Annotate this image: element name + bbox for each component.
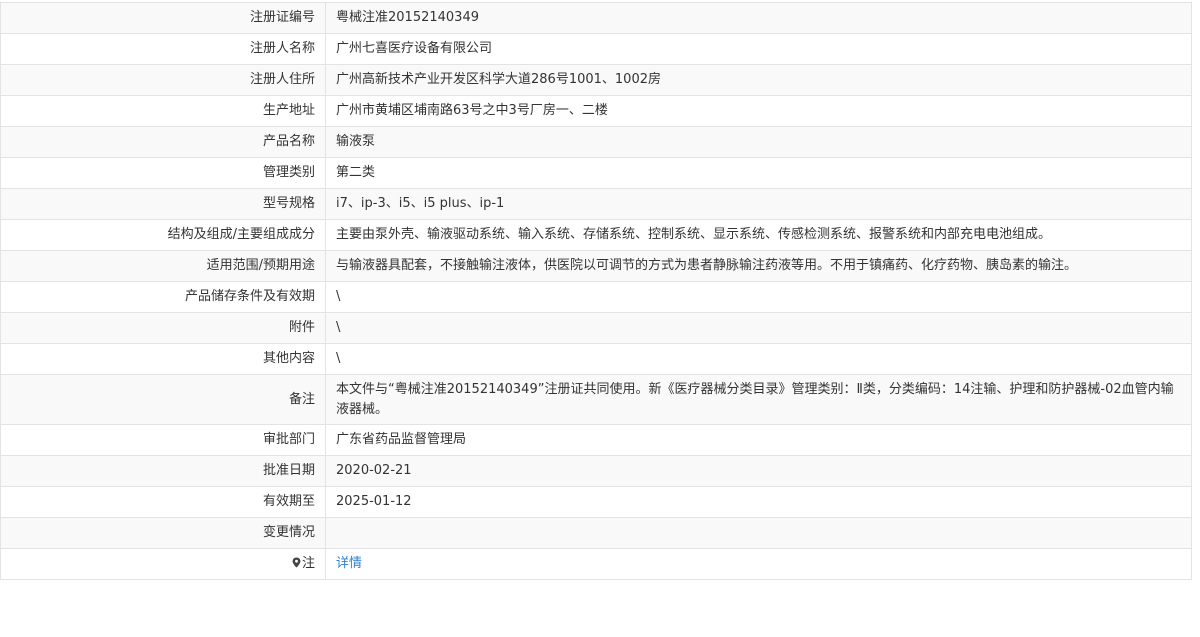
row-registration-number: 注册证编号 粤械注准20152140349 [0,2,1192,34]
row-value: 第二类 [325,157,1192,189]
row-label: 生产地址 [0,95,326,127]
row-storage-validity: 产品储存条件及有效期 \ [0,281,1192,313]
row-label: 结构及组成/主要组成成分 [0,219,326,251]
row-value: \ [325,343,1192,375]
row-value [325,517,1192,549]
row-label: 其他内容 [0,343,326,375]
row-valid-until: 有效期至 2025-01-12 [0,486,1192,518]
row-change-status: 变更情况 [0,517,1192,549]
row-registrant-address: 注册人住所 广州高新技术产业开发区科学大道286号1001、1002房 [0,64,1192,96]
row-label: 变更情况 [0,517,326,549]
row-label: 备注 [0,374,326,425]
row-label: 附件 [0,312,326,344]
row-value: 2020-02-21 [325,455,1192,487]
row-approval-authority: 审批部门 广东省药品监督管理局 [0,424,1192,456]
row-label: 管理类别 [0,157,326,189]
row-value: \ [325,312,1192,344]
row-value: 与输液器具配套，不接触输注液体，供医院以可调节的方式为患者静脉输注药液等用。不用… [325,250,1192,282]
row-model-spec: 型号规格 i7、ip-3、i5、i5 plus、ip-1 [0,188,1192,220]
row-structure-composition: 结构及组成/主要组成成分 主要由泵外壳、输液驱动系统、输入系统、存储系统、控制系… [0,219,1192,251]
row-label: 有效期至 [0,486,326,518]
row-label: 审批部门 [0,424,326,456]
row-production-address: 生产地址 广州市黄埔区埔南路63号之中3号厂房一、二楼 [0,95,1192,127]
row-value: i7、ip-3、i5、i5 plus、ip-1 [325,188,1192,220]
registration-detail-table: 注册证编号 粤械注准20152140349 注册人名称 广州七喜医疗设备有限公司… [0,2,1192,580]
row-label: 型号规格 [0,188,326,220]
row-value: 输液泵 [325,126,1192,158]
row-intended-use: 适用范围/预期用途 与输液器具配套，不接触输注液体，供医院以可调节的方式为患者静… [0,250,1192,282]
row-value: \ [325,281,1192,313]
row-label: 产品储存条件及有效期 [0,281,326,313]
row-value: 广东省药品监督管理局 [325,424,1192,456]
row-other-content: 其他内容 \ [0,343,1192,375]
row-label: 适用范围/预期用途 [0,250,326,282]
row-value: 详情 [325,548,1192,580]
row-registrant-name: 注册人名称 广州七喜医疗设备有限公司 [0,33,1192,65]
row-approval-date: 批准日期 2020-02-21 [0,455,1192,487]
row-label: 批准日期 [0,455,326,487]
row-product-name: 产品名称 输液泵 [0,126,1192,158]
row-value: 广州市黄埔区埔南路63号之中3号厂房一、二楼 [325,95,1192,127]
remarks-text: 本文件与“粤械注准20152140349”注册证共同使用。新《医疗器械分类目录》… [336,381,1174,417]
row-management-category: 管理类别 第二类 [0,157,1192,189]
details-link[interactable]: 详情 [336,556,362,571]
row-value: 广州七喜医疗设备有限公司 [325,33,1192,65]
note-label-text: 注 [301,556,315,571]
row-value: 粤械注准20152140349 [325,2,1192,34]
row-label: 注册人名称 [0,33,326,65]
map-pin-icon [292,557,301,568]
row-label: 产品名称 [0,126,326,158]
row-label: 注册人住所 [0,64,326,96]
row-note: 注 详情 [0,548,1192,580]
row-value: 2025-01-12 [325,486,1192,518]
note-label: 注 [0,548,326,580]
row-accessories: 附件 \ [0,312,1192,344]
row-value: 本文件与“粤械注准20152140349”注册证共同使用。新《医疗器械分类目录》… [325,374,1192,425]
row-value: 广州高新技术产业开发区科学大道286号1001、1002房 [325,64,1192,96]
row-label: 注册证编号 [0,2,326,34]
row-remarks: 备注 本文件与“粤械注准20152140349”注册证共同使用。新《医疗器械分类… [0,374,1192,425]
row-value: 主要由泵外壳、输液驱动系统、输入系统、存储系统、控制系统、显示系统、传感检测系统… [325,219,1192,251]
